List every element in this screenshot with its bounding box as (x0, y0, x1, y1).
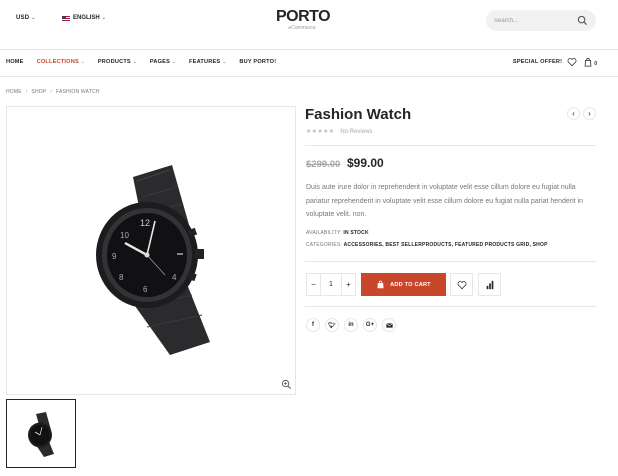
linkedin-share-button[interactable]: in (344, 318, 358, 332)
availability-label: AVAILABILITY: (306, 230, 342, 236)
svg-text:9: 9 (112, 252, 117, 261)
divider (305, 145, 596, 146)
svg-text:6: 6 (143, 285, 148, 294)
svg-text:8: 8 (119, 273, 124, 282)
google-plus-icon: G+ (365, 322, 375, 328)
svg-text:10: 10 (120, 231, 129, 240)
cart-icon[interactable] (583, 57, 593, 67)
minus-icon: − (311, 280, 316, 289)
chevron-down-icon: ⌄ (80, 59, 85, 64)
facebook-icon: f (312, 322, 314, 328)
divider (305, 306, 596, 307)
us-flag-icon (62, 15, 70, 21)
nav-item-products[interactable]: PRODUCTS ⌄ (98, 59, 137, 65)
categories-label: CATEGORIES: (306, 242, 343, 248)
old-price: $299.00 (306, 159, 341, 170)
compare-button[interactable] (478, 273, 501, 296)
top-header: USD ⌄ ENGLISH ⌄ PORTO eCommerce (0, 0, 618, 48)
currency-label: USD (16, 15, 30, 21)
nav-item-label: PRODUCTS (97, 59, 131, 65)
search-box (486, 10, 596, 31)
social-share: f 🐦︎ in G+ (306, 318, 401, 332)
zoom-icon[interactable] (281, 379, 292, 390)
twitter-icon: 🐦︎ (328, 322, 336, 329)
nav-item-collections[interactable]: COLLECTIONS ⌄ (37, 59, 85, 65)
twitter-share-button[interactable]: 🐦︎ (325, 318, 339, 332)
nav-menu: HOME COLLECTIONS ⌄ PRODUCTS ⌄ PAGES ⌄ FEATURES ⌄… (6, 59, 289, 65)
chevron-left-icon: ‹ (572, 109, 575, 118)
nav-item-label: FEATURES (189, 59, 221, 65)
search-icon[interactable] (577, 15, 588, 26)
nav-item-features[interactable]: FEATURES ⌄ (189, 59, 226, 65)
language-switcher[interactable]: ENGLISH ⌄ (62, 15, 106, 21)
svg-text:12: 12 (140, 218, 150, 228)
nav-item-label: COLLECTIONS (36, 59, 79, 65)
breadcrumb-item: FASHION WATCH (55, 89, 100, 95)
search-input[interactable] (494, 15, 574, 26)
nav-right: SPECIAL OFFER! 0 (513, 57, 597, 67)
availability-value: IN STOCK (343, 230, 369, 236)
nav-item-label: BUY PORTO! (239, 59, 277, 65)
breadcrumb-item[interactable]: HOME (6, 89, 22, 95)
quantity-stepper: − 1 + (306, 273, 356, 296)
sale-price: $99.00 (347, 156, 384, 170)
breadcrumb-separator: / (25, 89, 28, 95)
nav-item-home[interactable]: HOME (6, 59, 24, 65)
product-title: Fashion Watch (305, 106, 412, 123)
chevron-right-icon: › (588, 109, 591, 118)
quantity-increase-button[interactable]: + (342, 274, 355, 295)
google-plus-share-button[interactable]: G+ (363, 318, 377, 332)
linkedin-icon: in (348, 322, 354, 328)
quantity-input[interactable]: 1 (320, 274, 342, 295)
watch-image: 12 10 9 8 4 6 (96, 165, 210, 355)
nav-item-label: PAGES (149, 59, 171, 65)
breadcrumb-item[interactable]: SHOP (31, 89, 46, 95)
heart-icon (457, 280, 466, 289)
chevron-down-icon: ⌄ (172, 59, 177, 64)
nav-item-pages[interactable]: PAGES ⌄ (150, 59, 176, 65)
main-nav: HOME COLLECTIONS ⌄ PRODUCTS ⌄ PAGES ⌄ FEATURES ⌄… (0, 49, 618, 77)
add-to-wishlist-button[interactable] (450, 273, 473, 296)
divider (305, 261, 596, 262)
heart-icon[interactable] (567, 57, 577, 67)
bar-chart-icon (486, 280, 493, 289)
svg-text:4: 4 (172, 273, 177, 282)
chevron-down-icon: ⌄ (31, 15, 36, 21)
quantity-decrease-button[interactable]: − (307, 274, 320, 295)
prev-product-button[interactable]: ‹ (567, 107, 580, 120)
chevron-down-icon: ⌄ (222, 59, 227, 64)
watch-thumbnail-image (28, 412, 54, 457)
logo-brand: PORTO (276, 8, 331, 25)
special-offer-link[interactable]: SPECIAL OFFER! (513, 59, 562, 65)
shopping-bag-icon (377, 280, 384, 289)
product-thumbnail[interactable] (6, 399, 76, 468)
product-rating: ★★★★★ No Reviews (306, 128, 372, 136)
facebook-share-button[interactable]: f (306, 318, 320, 332)
product-main-image[interactable]: 12 10 9 8 4 6 (6, 106, 296, 395)
add-to-cart-label: ADD TO CART (390, 281, 431, 288)
email-share-button[interactable] (382, 318, 396, 332)
nav-item-buy-porto[interactable]: BUY PORTO! (239, 59, 276, 65)
breadcrumb: HOME / SHOP / FASHION WATCH (6, 89, 100, 95)
chevron-down-icon: ⌄ (132, 59, 137, 64)
availability: AVAILABILITY: IN STOCK (306, 230, 369, 236)
nav-item-label: HOME (6, 59, 24, 65)
categories: CATEGORIES: ACCESSORIES, BEST SELLERPROD… (306, 242, 548, 248)
cart-count: 0 (594, 61, 597, 67)
categories-value[interactable]: ACCESSORIES, BEST SELLERPRODUCTS, FEATUR… (344, 242, 548, 248)
reviews-link[interactable]: No Reviews (340, 129, 372, 135)
language-label: ENGLISH (73, 15, 100, 21)
star-rating-icon: ★★★★★ (306, 129, 335, 135)
breadcrumb-separator: / (50, 89, 52, 95)
logo-subtitle: eCommerce (288, 25, 316, 31)
currency-switcher[interactable]: USD ⌄ (16, 15, 36, 21)
add-to-cart-button[interactable]: ADD TO CART (361, 273, 446, 296)
mail-icon (385, 322, 393, 328)
chevron-down-icon: ⌄ (101, 15, 106, 21)
plus-icon: + (346, 280, 351, 289)
product-description: Duis aute irure dolor in reprehenderit i… (306, 184, 584, 218)
next-product-button[interactable]: › (583, 107, 596, 120)
logo[interactable]: PORTO eCommerce (276, 8, 331, 32)
